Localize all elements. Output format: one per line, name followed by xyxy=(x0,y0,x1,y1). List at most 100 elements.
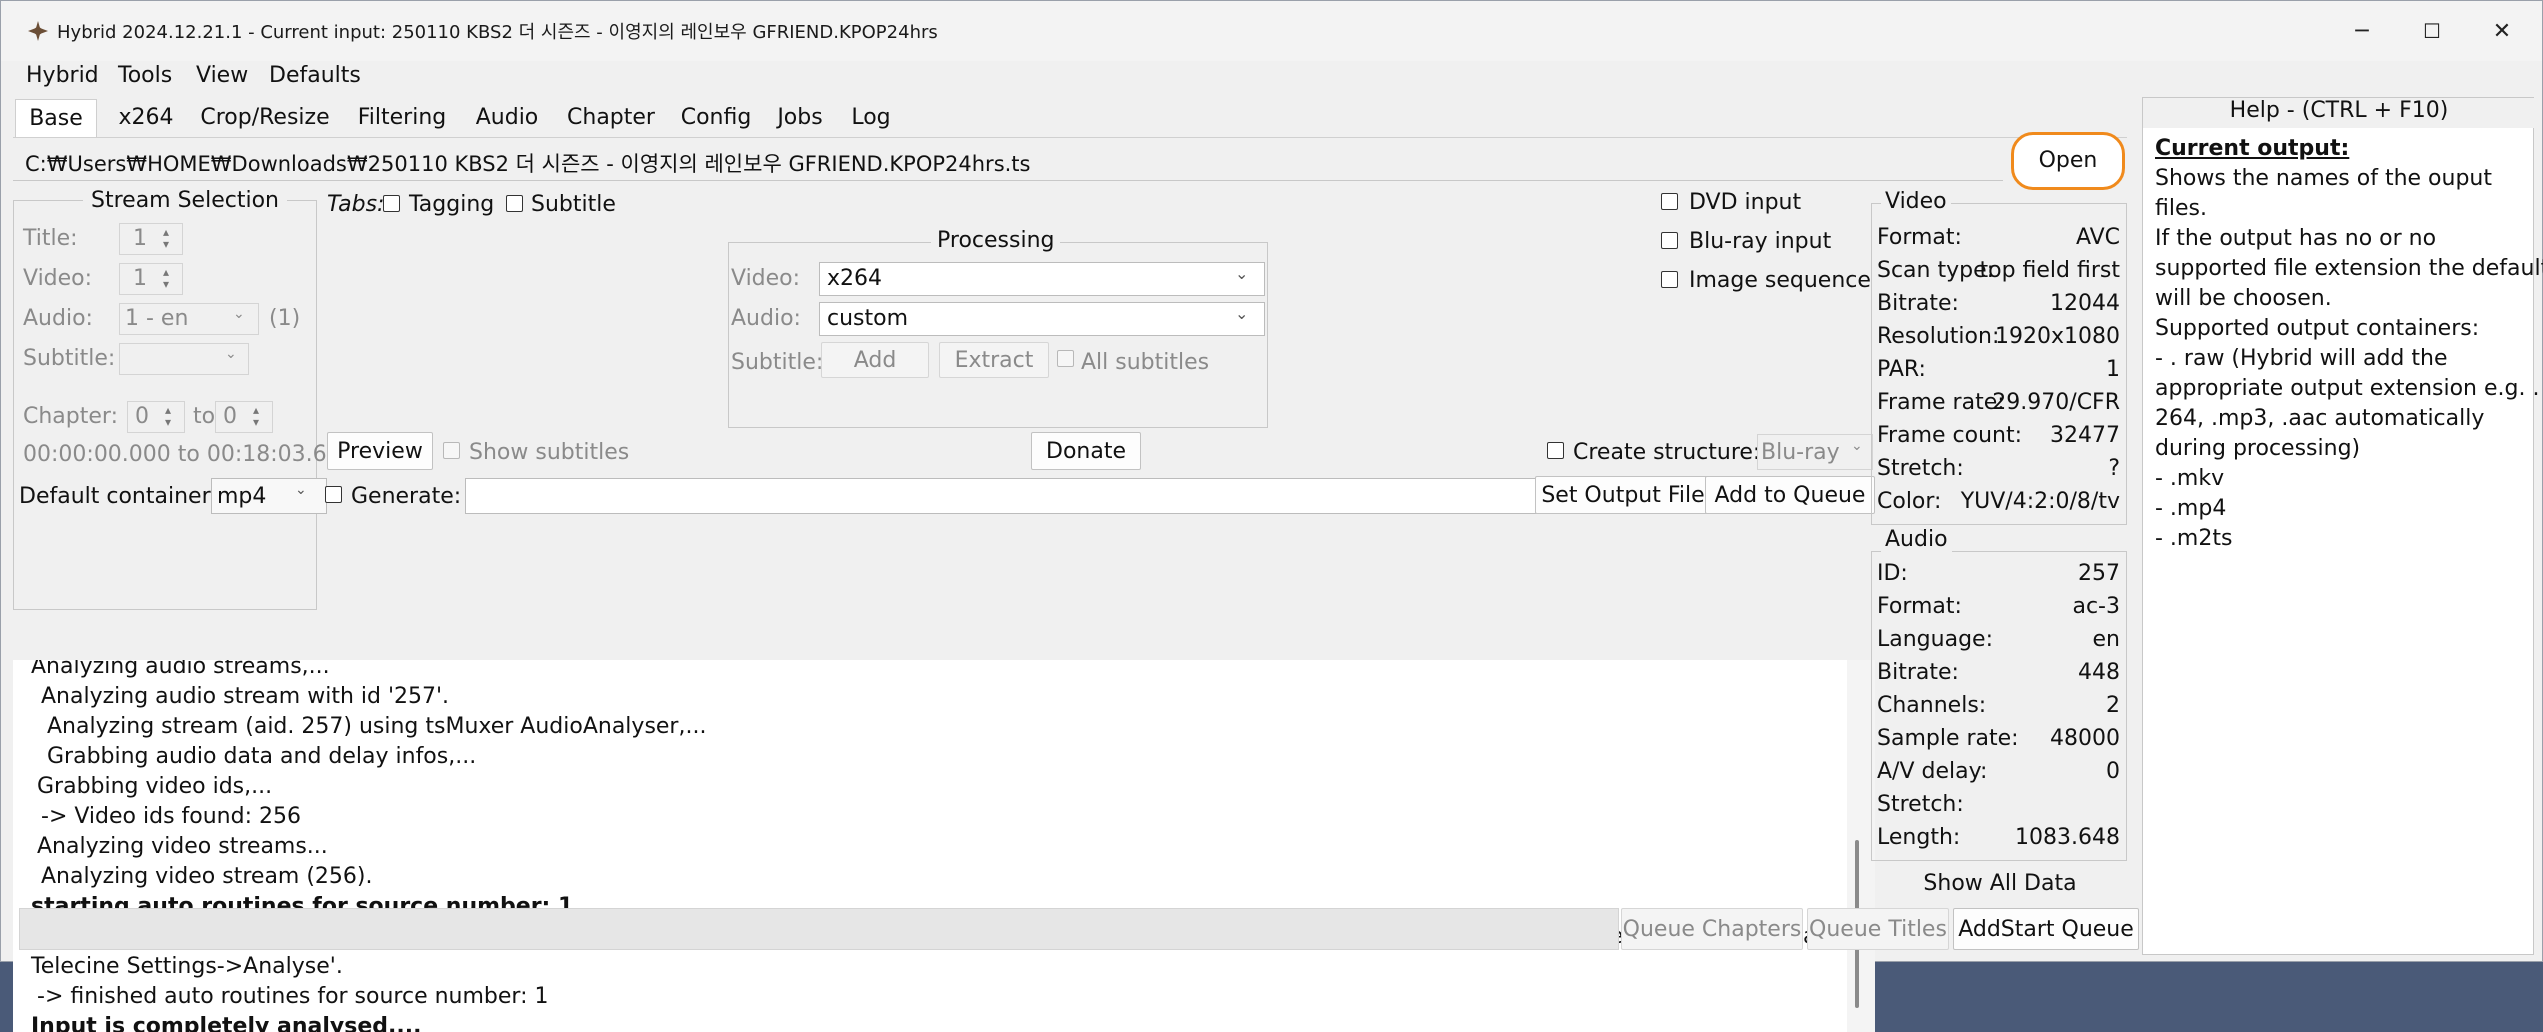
tab-config[interactable]: Config xyxy=(673,99,759,139)
subtitle-tab-label: Subtitle xyxy=(531,192,616,217)
dvd-input-checkbox[interactable] xyxy=(1661,193,1678,210)
tabs-label: Tabs: xyxy=(327,192,385,217)
donate-button[interactable]: Donate xyxy=(1031,432,1141,470)
tab-chapter[interactable]: Chapter xyxy=(559,99,663,139)
subtitle-add-button[interactable]: Add xyxy=(821,342,929,378)
video_info-value: YUV/4:2:0/8/tv xyxy=(1960,489,2120,514)
generate-label: Generate: xyxy=(351,484,462,509)
menu-hybrid[interactable]: Hybrid xyxy=(26,63,99,88)
audio_info-value: 257 xyxy=(2078,561,2120,586)
addstart-queue-button[interactable]: AddStart Queue xyxy=(1953,908,2139,950)
preview-button[interactable]: Preview xyxy=(327,432,433,470)
video_info-key: Scan type: xyxy=(1877,258,1995,283)
subtitle-label: Subtitle: xyxy=(23,346,116,371)
minimize-button[interactable]: ─ xyxy=(2327,1,2397,61)
log-output[interactable]: Analyzing audio streams,... Analyzing aud… xyxy=(13,660,1875,1032)
audio_info-key: ID: xyxy=(1877,561,1908,586)
video_info-value: 1920x1080 xyxy=(1995,324,2120,349)
video-label: Video: xyxy=(23,266,93,291)
hybrid-app-icon xyxy=(28,21,48,41)
chapter-to-arrows[interactable]: ▴ ▾ xyxy=(253,404,259,428)
tab-crop-resize[interactable]: Crop/Resize xyxy=(195,99,335,139)
audio_info-value: 2 xyxy=(2106,693,2120,718)
chapter-from-arrows[interactable]: ▴ ▾ xyxy=(165,404,171,428)
log-line: -> finished auto routines for source num… xyxy=(37,984,549,1009)
tab-x264[interactable]: x264 xyxy=(107,99,185,139)
structure-chevron-down-icon: ⌄ xyxy=(1851,438,1863,454)
audio_info-key: Sample rate: xyxy=(1877,726,2019,751)
menu-tools[interactable]: Tools xyxy=(118,63,172,88)
default-container-label: Default container: xyxy=(19,484,218,509)
log-line: Grabbing audio data and delay infos,... xyxy=(47,744,477,769)
tab-base[interactable]: Base xyxy=(15,99,97,139)
audio-chevron-down-icon: ⌄ xyxy=(233,306,245,322)
audio_info-key: A/V delay: xyxy=(1877,759,1988,784)
menu-view[interactable]: View xyxy=(196,63,248,88)
tagging-checkbox[interactable] xyxy=(383,195,400,212)
generate-checkbox[interactable] xyxy=(325,486,342,503)
audio-mode-chevron-down-icon: ⌄ xyxy=(1235,304,1249,323)
video_info-value: top field first xyxy=(1979,258,2121,283)
create-structure-checkbox[interactable] xyxy=(1547,442,1564,459)
audio-stream-value: 1 - en xyxy=(125,306,189,331)
maximize-button[interactable]: ☐ xyxy=(2397,1,2467,61)
all-subtitles-label: All subtitles xyxy=(1081,350,1210,375)
show-all-data-button[interactable]: Show All Data xyxy=(1873,867,2127,903)
chapter-from-value: 0 xyxy=(135,404,149,429)
tab-filtering[interactable]: Filtering xyxy=(347,99,457,139)
input-path[interactable]: C:₩Users₩HOME₩Downloads₩250110 KBS2 더 시즌… xyxy=(25,148,1031,178)
log-line: Analyzing audio streams,... xyxy=(31,660,330,679)
close-button[interactable]: ✕ xyxy=(2467,1,2537,61)
audio_info-value: 48000 xyxy=(2050,726,2120,751)
time-range: 00:00:00.000 to 00:18:03.650 xyxy=(23,442,355,467)
audio_info-value: 1083.648 xyxy=(2015,825,2120,850)
video-spin-arrows[interactable]: ▴ ▾ xyxy=(163,266,169,290)
help-header: Help - (CTRL + F10) xyxy=(2143,98,2535,128)
help-line: files. xyxy=(2155,196,2207,221)
help-line: Supported output containers: xyxy=(2155,316,2480,341)
audio_info-key: Stretch: xyxy=(1877,792,1964,817)
video-encoder-value: x264 xyxy=(827,266,883,291)
video-spinbox[interactable] xyxy=(119,263,183,295)
title-spin-arrows[interactable]: ▴ ▾ xyxy=(163,226,169,250)
audio_info-key: Length: xyxy=(1877,825,1961,850)
add-to-queue-button[interactable]: Add to Queue xyxy=(1705,476,1875,514)
container-chevron-down-icon: ⌄ xyxy=(295,482,307,498)
tab-jobs[interactable]: Jobs xyxy=(769,99,831,139)
audio_info-key: Bitrate: xyxy=(1877,660,1959,685)
tab-log[interactable]: Log xyxy=(841,99,901,139)
log-line: Telecine Settings->Analyse'. xyxy=(31,954,343,979)
tab-audio[interactable]: Audio xyxy=(467,99,547,139)
help-panel: Help - (CTRL + F10) Current output: Show… xyxy=(2142,97,2543,955)
subtitle-tab-checkbox[interactable] xyxy=(506,195,523,212)
video_info-key: Frame rate: xyxy=(1877,390,2005,415)
bluray-input-checkbox[interactable] xyxy=(1661,232,1678,249)
open-button[interactable]: Open xyxy=(2011,132,2125,190)
show-subtitles-checkbox[interactable] xyxy=(443,442,460,459)
structure-value: Blu-ray xyxy=(1761,440,1840,465)
processing-heading: Processing xyxy=(931,228,1061,253)
processing-subtitle-label: Subtitle: xyxy=(731,350,824,375)
set-output-file-button[interactable]: Set Output File xyxy=(1535,476,1711,514)
app-window: Hybrid 2024.12.21.1 - Current input: 250… xyxy=(0,0,2543,1032)
container-value: mp4 xyxy=(217,484,267,509)
menu-defaults[interactable]: Defaults xyxy=(269,63,361,88)
video_info-value: 29.970/CFR xyxy=(1992,390,2120,415)
image-sequence-checkbox[interactable] xyxy=(1661,271,1678,288)
output-file-input[interactable] xyxy=(465,478,1539,514)
subtitle-extract-button[interactable]: Extract xyxy=(939,342,1049,378)
video_info-key: Stretch: xyxy=(1877,456,1964,481)
base-panel: C:₩Users₩HOME₩Downloads₩250110 KBS2 더 시즌… xyxy=(13,132,2139,1032)
help-line: 264, .mp3, .aac automatically xyxy=(2155,406,2485,431)
title-spinbox[interactable] xyxy=(119,223,183,255)
progress-bar xyxy=(19,908,1619,950)
video-encoder-select[interactable] xyxy=(819,262,1265,296)
audio-info-heading: Audio xyxy=(1881,527,1952,552)
subtitle-chevron-down-icon: ⌄ xyxy=(225,346,237,362)
log-line: Input is completely analysed,... xyxy=(31,1014,422,1032)
queue-chapters-button[interactable]: Queue Chapters xyxy=(1621,908,1803,950)
audio_info-value: ac-3 xyxy=(2072,594,2120,619)
audio-label: Audio: xyxy=(23,306,93,331)
all-subtitles-checkbox[interactable] xyxy=(1057,350,1074,367)
queue-titles-button[interactable]: Queue Titles xyxy=(1807,908,1949,950)
